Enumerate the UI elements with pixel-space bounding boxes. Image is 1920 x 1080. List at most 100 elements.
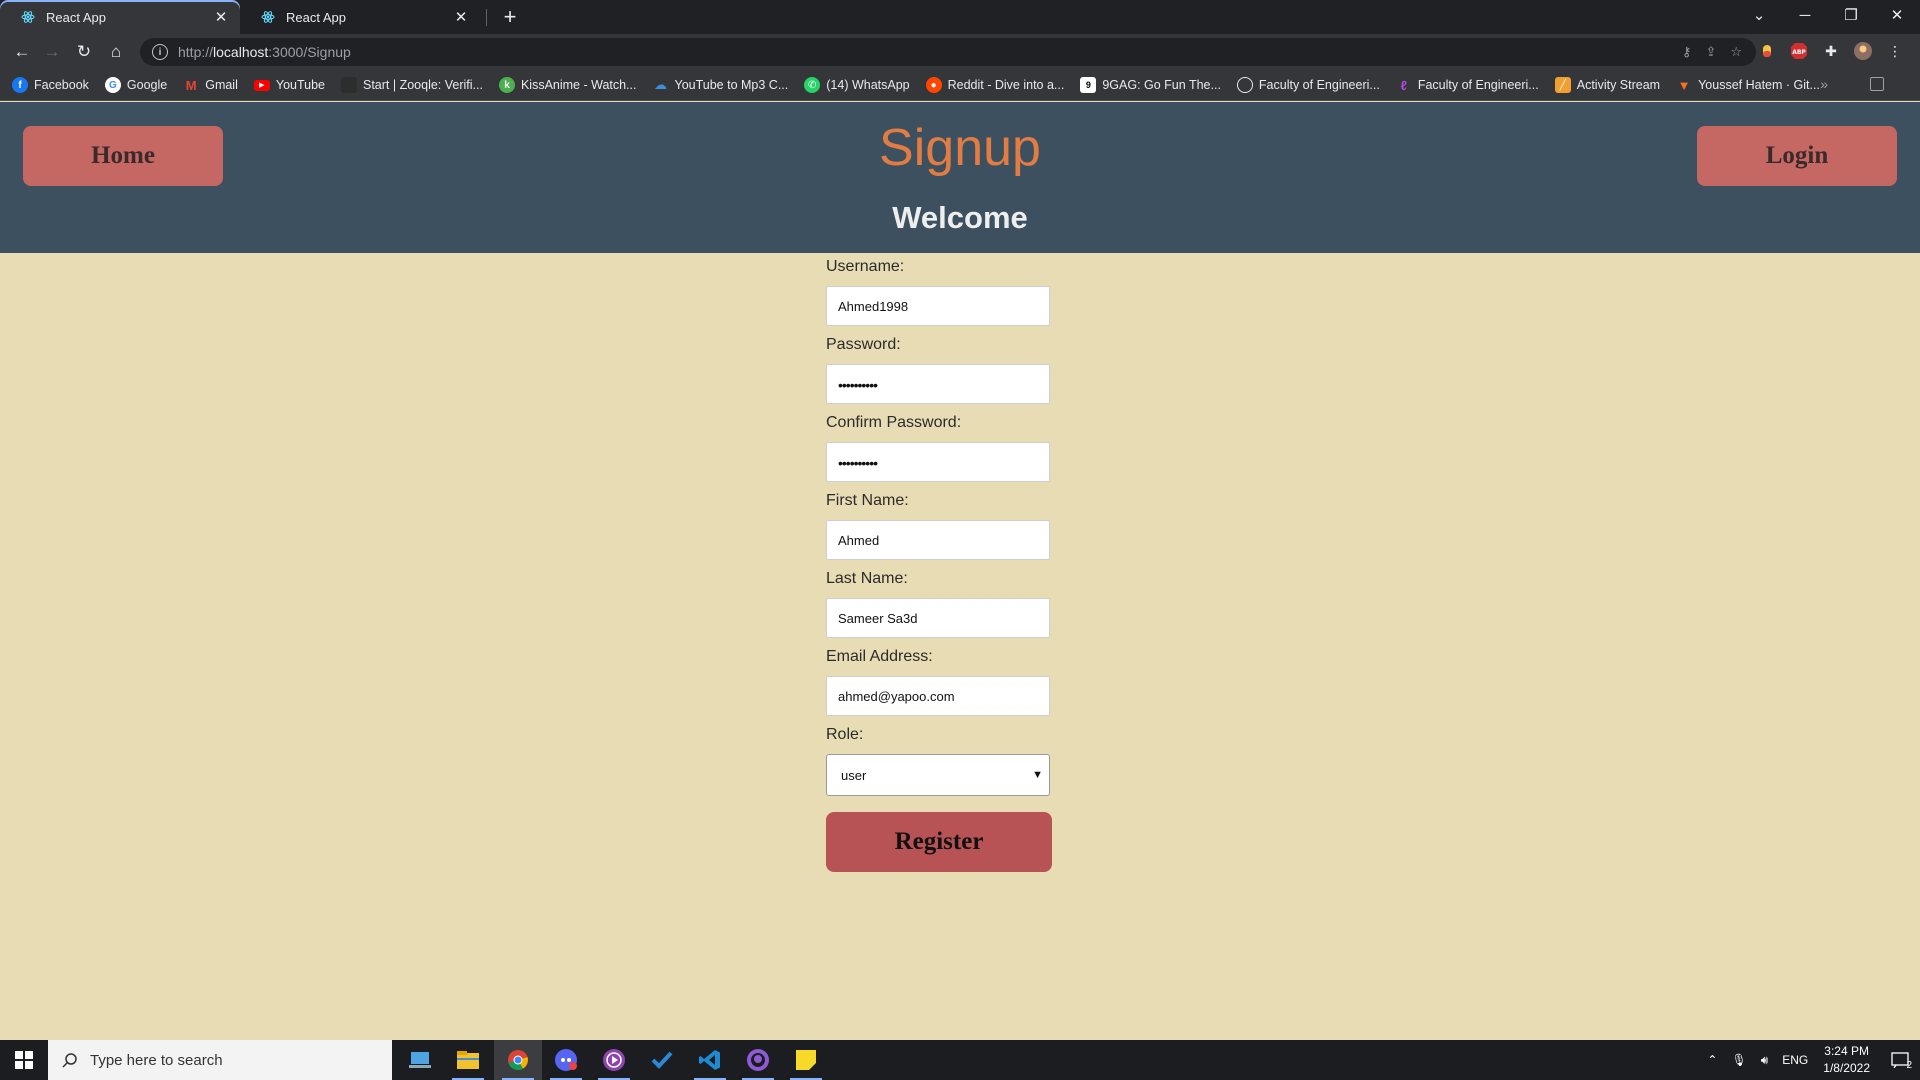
search-icon [62, 1053, 77, 1068]
windows-start-icon[interactable] [0, 1040, 48, 1080]
svg-text:ABP: ABP [1792, 49, 1806, 56]
home-icon[interactable]: ⌂ [104, 40, 128, 64]
bookmark-google[interactable]: G Google [104, 77, 167, 93]
extension-icon[interactable] [1756, 40, 1778, 62]
search-placeholder: Type here to search [90, 1051, 223, 1069]
language-indicator[interactable]: ENG [1782, 1053, 1808, 1067]
gitlab-icon: ▼ [1677, 77, 1691, 93]
register-button[interactable]: Register [826, 812, 1052, 872]
close-icon[interactable]: ✕ [452, 8, 470, 26]
first-name-input[interactable]: Ahmed [826, 520, 1050, 560]
feather-icon: ℓ [1400, 77, 1407, 93]
browser-tab-react-app-2[interactable]: React App ✕ [240, 0, 480, 34]
last-name-label: Last Name: [826, 570, 908, 587]
react-icon [20, 9, 36, 25]
share-icon[interactable]: ⇪ [1705, 44, 1716, 60]
key-icon[interactable]: ⚷ [1682, 44, 1692, 60]
browser-tab-react-app-1[interactable]: React App ✕ [0, 0, 240, 34]
9gag-icon: 9 [1080, 77, 1097, 93]
tab-search-chevron-icon[interactable]: ⌄ [1736, 0, 1782, 30]
bookmark-zooqle[interactable]: Start | Zooqle: Verifi... [341, 77, 483, 93]
kebab-menu-icon[interactable]: ⋮ [1884, 40, 1906, 62]
reading-list-icon[interactable] [1870, 77, 1884, 91]
role-select[interactable]: user ▼ [826, 754, 1050, 796]
media-player-icon[interactable] [590, 1040, 638, 1080]
vscode-icon[interactable] [686, 1040, 734, 1080]
new-tab-button[interactable]: + [498, 4, 522, 29]
todo-checkmark-icon[interactable] [638, 1040, 686, 1080]
omnibox-actions: ⚷ ⇪ ☆ [1682, 44, 1742, 60]
activity-stream-icon: ╱ [1554, 77, 1571, 93]
close-icon[interactable]: ✕ [212, 8, 230, 26]
username-input[interactable]: Ahmed1998 [826, 286, 1050, 326]
youtube-icon: ▶ [253, 79, 270, 91]
window-controls: ⌄ ─ ❐ ✕ [1736, 0, 1920, 30]
bookmark-reddit[interactable]: ● Reddit - Dive into a... [925, 77, 1064, 93]
email-input[interactable]: ahmed@yapoo.com [826, 676, 1050, 716]
chrome-icon[interactable] [494, 1040, 542, 1080]
bookmarks-bar: f Facebook G Google M Gmail ▶ YouTube Start … [0, 70, 1920, 101]
bookmark-faculty-2[interactable]: ℓ Faculty of Engineeri... [1396, 77, 1539, 93]
taskbar-search-input[interactable]: Type here to search [48, 1040, 392, 1080]
password-label: Password: [826, 336, 901, 353]
bookmark-youtube-mp3[interactable]: ☁ YouTube to Mp3 C... [653, 77, 788, 93]
tab-title: React App [286, 9, 346, 25]
react-icon [260, 9, 276, 25]
zooqle-icon [341, 77, 357, 93]
chevron-up-icon[interactable]: ⌃ [1707, 1053, 1717, 1067]
bookmark-gmail[interactable]: M Gmail [183, 77, 238, 93]
role-select-value: user [841, 767, 867, 783]
back-arrow-icon[interactable]: ← [10, 40, 34, 64]
clock-date: 1/8/2022 [1823, 1061, 1870, 1075]
profile-avatar[interactable] [1852, 40, 1874, 62]
file-explorer-icon[interactable] [444, 1040, 492, 1080]
bookmark-activity-stream[interactable]: ╱ Activity Stream [1554, 77, 1660, 93]
page-subtitle: Welcome [892, 200, 1028, 235]
last-name-input[interactable]: Sameer Sa3d [826, 598, 1050, 638]
first-name-label: First Name: [826, 492, 909, 509]
bookmark-faculty-1[interactable]: Faculty of Engineeri... [1236, 77, 1380, 93]
chevron-down-icon: ▼ [1032, 769, 1043, 781]
bookmark-whatsapp[interactable]: ✆ (14) WhatsApp [804, 77, 910, 93]
browser-tab-strip: React App ✕ React App ✕ + ⌄ ─ ❐ ✕ [0, 0, 1920, 34]
taskbar-app-remote-icon[interactable] [396, 1040, 444, 1080]
window-close-button[interactable]: ✕ [1874, 0, 1920, 30]
login-button[interactable]: Login [1697, 126, 1897, 186]
tab-separator [486, 9, 487, 26]
username-label: Username: [826, 258, 905, 275]
facebook-icon: f [12, 77, 28, 93]
restore-button[interactable]: ❐ [1828, 0, 1874, 30]
clock-time: 3:24 PM [1824, 1044, 1869, 1058]
system-tray: ⌃ 🎙︎ 🔊︎ ENG 3:24 PM 1/8/2022 2 [1700, 1040, 1920, 1080]
address-bar[interactable]: i http://localhost:3000/Signup ⚷ ⇪ ☆ [140, 38, 1756, 66]
reload-icon[interactable]: ↻ [72, 40, 96, 64]
signup-form: Username: Ahmed1998 Password: ••••••••••… [826, 252, 1052, 872]
tab-title: React App [46, 9, 106, 25]
adblock-icon[interactable]: ABP [1788, 40, 1810, 62]
bookmark-facebook[interactable]: f Facebook [12, 77, 89, 93]
notification-count: 2 [1906, 1060, 1912, 1071]
volume-icon[interactable]: 🔊︎ [1761, 1053, 1769, 1068]
forward-arrow-icon[interactable]: → [40, 40, 64, 64]
bookmark-gitlab[interactable]: ▼ Youssef Hatem · Git... [1676, 77, 1820, 93]
bookmark-9gag[interactable]: 9 9GAG: Go Fun The... [1080, 77, 1221, 93]
confirm-password-input[interactable]: •••••••••• [826, 442, 1050, 482]
url-text: http://localhost:3000/Signup [178, 44, 351, 60]
chevron-double-right-icon[interactable]: » [1820, 76, 1828, 92]
sticky-notes-icon[interactable] [782, 1040, 830, 1080]
clock[interactable]: 3:24 PM 1/8/2022 [1823, 1043, 1870, 1077]
reddit-icon: ● [925, 77, 942, 93]
minimize-button[interactable]: ─ [1782, 0, 1828, 30]
puzzle-extensions-icon[interactable]: ✚ [1820, 40, 1842, 62]
notification-center-icon[interactable]: 2 [1880, 1040, 1920, 1080]
whatsapp-icon: ✆ [804, 77, 821, 93]
discord-icon[interactable] [542, 1040, 590, 1080]
microphone-icon[interactable]: 🎙︎ [1731, 1053, 1746, 1067]
bookmark-kissanime[interactable]: k KissAnime - Watch... [498, 77, 637, 93]
star-icon[interactable]: ☆ [1730, 44, 1742, 60]
info-icon[interactable]: i [152, 44, 168, 60]
password-input[interactable]: •••••••••• [826, 364, 1050, 404]
github-desktop-icon[interactable] [734, 1040, 782, 1080]
bookmark-youtube[interactable]: ▶ YouTube [253, 78, 325, 92]
windows-taskbar: Type here to search ⌃ 🎙︎ 🔊︎ ENG 3:24 PM … [0, 1040, 1920, 1080]
